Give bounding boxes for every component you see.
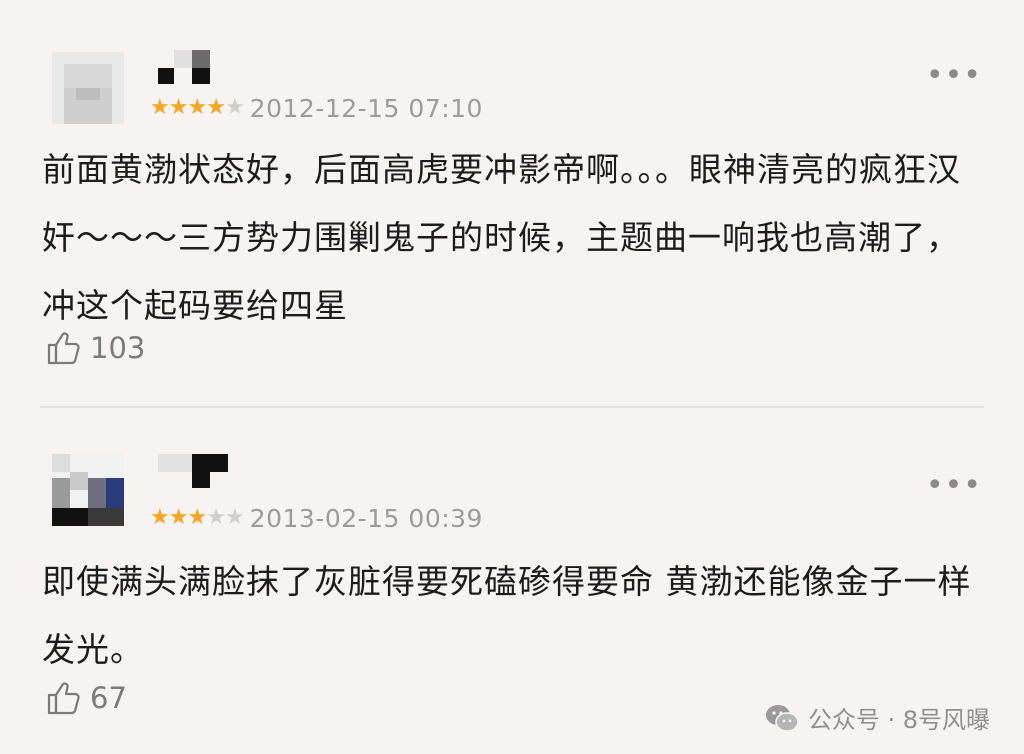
- comment-time: 2012-12-15 07:10: [249, 93, 483, 123]
- comment-text: 即使满头满脸抹了灰脏得要死磕碜得要命 黄渤还能像金子一样发光。: [42, 562, 972, 669]
- avatar[interactable]: [52, 52, 124, 124]
- comment-text: 前面黄渤状态好，后面高虎要冲影帝啊。。。眼神清亮的疯狂汉奸～～～三方势力围剿鬼子…: [42, 150, 961, 325]
- comment-meta: ★ ★ ★ ★ ★ 2012-12-15 07:10: [150, 93, 483, 123]
- star-filled-icon: ★: [187, 95, 208, 120]
- star-empty-icon: ★: [206, 505, 226, 530]
- thumbs-up-icon: [47, 332, 80, 365]
- rating-stars: ★ ★ ★ ★ ★: [150, 505, 245, 530]
- star-filled-icon: ★: [187, 505, 208, 530]
- comment-meta: ★ ★ ★ ★ ★ 2013-02-15 00:39: [150, 503, 483, 533]
- username-redacted[interactable]: [158, 50, 238, 84]
- watermark: 公众号 · 8号风曝: [764, 700, 990, 735]
- comment-divider: [40, 406, 984, 408]
- wechat-icon: [765, 704, 799, 732]
- more-options-icon[interactable]: •••: [926, 471, 982, 501]
- star-filled-icon: ★: [150, 505, 170, 530]
- like-button[interactable]: 103: [44, 328, 145, 368]
- like-count: 67: [90, 681, 127, 715]
- like-count: 103: [90, 331, 146, 365]
- rating-stars: ★ ★ ★ ★ ★: [150, 95, 245, 120]
- like-button[interactable]: 67: [44, 678, 127, 718]
- star-filled-icon: ★: [206, 95, 226, 120]
- star-filled-icon: ★: [168, 95, 189, 120]
- star-empty-icon: ★: [224, 95, 245, 120]
- star-filled-icon: ★: [150, 95, 170, 120]
- username-redacted[interactable]: [158, 454, 238, 488]
- thumbs-up-icon: [47, 682, 80, 715]
- star-filled-icon: ★: [168, 505, 189, 530]
- more-options-icon[interactable]: •••: [926, 61, 982, 91]
- comment-time: 2013-02-15 00:39: [249, 503, 483, 533]
- watermark-text: 公众号 · 8号风曝: [807, 706, 990, 734]
- avatar[interactable]: [52, 454, 124, 526]
- star-empty-icon: ★: [224, 505, 245, 530]
